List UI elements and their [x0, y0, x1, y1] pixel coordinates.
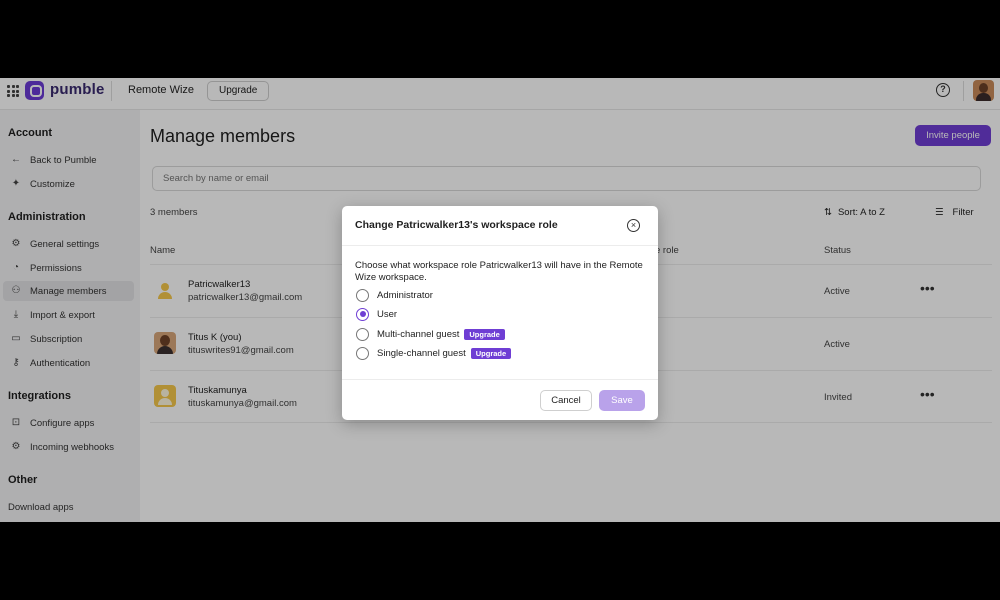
role-label: Administrator	[377, 289, 433, 301]
role-option-administrator[interactable]: Administrator	[356, 288, 433, 302]
app-window: pumble Remote Wize Upgrade ? Account ← B…	[0, 78, 1000, 522]
role-option-single-channel-guest[interactable]: Single-channel guest Upgrade	[356, 346, 512, 360]
divider	[342, 245, 658, 246]
upgrade-badge[interactable]: Upgrade	[470, 347, 512, 359]
radio-button-selected[interactable]	[356, 307, 369, 321]
divider	[342, 379, 658, 380]
role-label: Multi-channel guest	[377, 328, 460, 340]
radio-button[interactable]	[356, 327, 369, 341]
role-label: User	[377, 308, 398, 320]
dialog-title: Change Patricwalker13's workspace role	[355, 219, 558, 231]
change-role-dialog: Change Patricwalker13's workspace role ×…	[342, 206, 658, 420]
radio-button[interactable]	[356, 288, 369, 302]
role-label: Single-channel guest	[377, 347, 466, 359]
save-button[interactable]: Save	[599, 390, 645, 411]
close-icon[interactable]: ×	[627, 219, 640, 232]
role-option-user[interactable]: User	[356, 307, 397, 321]
upgrade-badge[interactable]: Upgrade	[464, 328, 505, 340]
cancel-button[interactable]: Cancel	[540, 390, 592, 411]
radio-button[interactable]	[356, 346, 369, 360]
role-option-multi-channel-guest[interactable]: Multi-channel guest Upgrade	[356, 327, 505, 341]
dialog-description: Choose what workspace role Patricwalker1…	[355, 260, 643, 283]
